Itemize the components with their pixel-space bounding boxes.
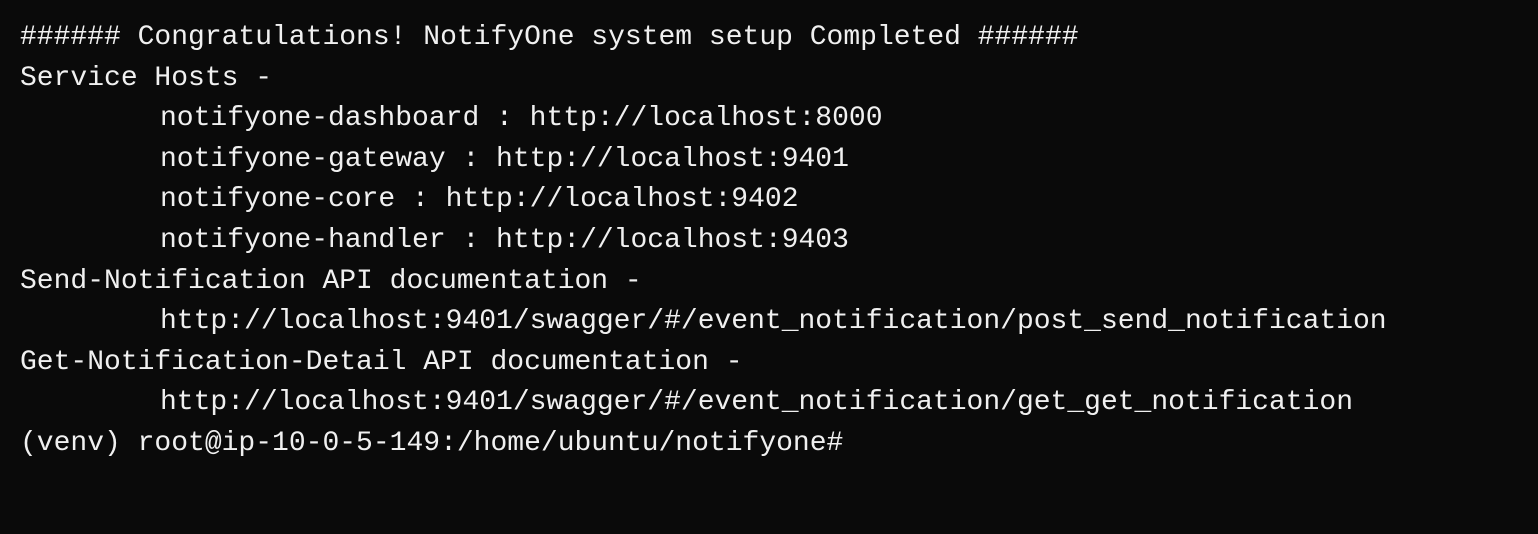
terminal-line-core: notifyone-core : http://localhost:9402 xyxy=(20,180,1518,221)
terminal-line-header: ###### Congratulations! NotifyOne system… xyxy=(20,18,1518,59)
terminal-line-get-notification-label: Get-Notification-Detail API documentatio… xyxy=(20,343,1518,384)
terminal-line-dashboard: notifyone-dashboard : http://localhost:8… xyxy=(20,99,1518,140)
terminal-line-get-notification-url: http://localhost:9401/swagger/#/event_no… xyxy=(20,383,1518,424)
terminal-line-send-notification-url: http://localhost:9401/swagger/#/event_no… xyxy=(20,302,1518,343)
terminal-line-prompt: (venv) root@ip-10-0-5-149:/home/ubuntu/n… xyxy=(20,424,1518,465)
terminal-line-handler: notifyone-handler : http://localhost:940… xyxy=(20,221,1518,262)
terminal-window: ###### Congratulations! NotifyOne system… xyxy=(20,18,1518,465)
terminal-line-gateway: notifyone-gateway : http://localhost:940… xyxy=(20,140,1518,181)
terminal-line-service-hosts: Service Hosts - xyxy=(20,59,1518,100)
terminal-line-send-notification-label: Send-Notification API documentation - xyxy=(20,262,1518,303)
